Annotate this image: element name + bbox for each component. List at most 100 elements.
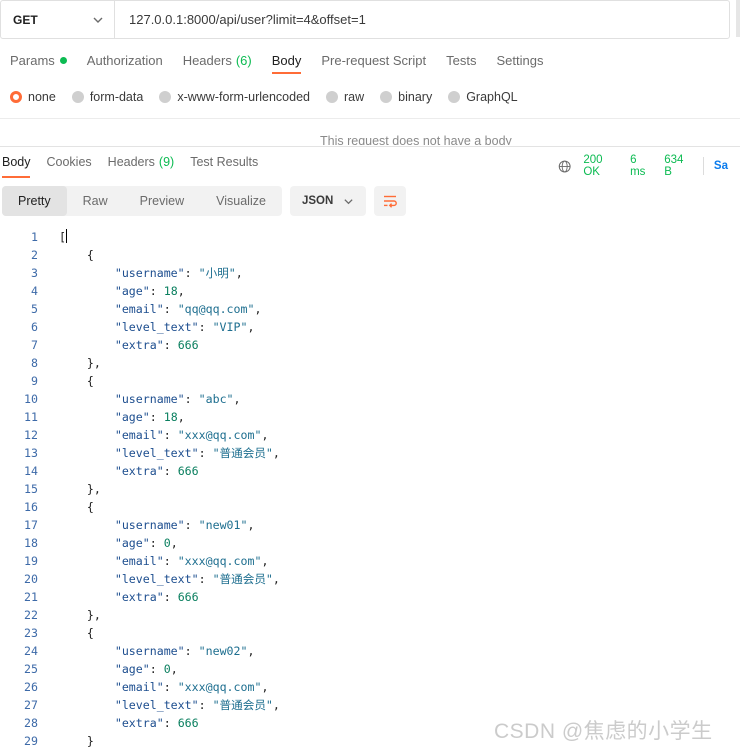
tab-label: Test Results: [190, 155, 259, 169]
method-select[interactable]: GET: [1, 1, 115, 38]
line-text: "extra": 666: [114, 590, 199, 604]
code-line: 6 "level_text": "VIP",: [0, 318, 740, 336]
view-mode-switch: Pretty Raw Preview Visualize: [2, 186, 282, 216]
tab-body[interactable]: Body: [262, 52, 312, 74]
line-number: 8: [31, 356, 38, 370]
url-input[interactable]: 127.0.0.1:8000/api/user?limit=4&offset=1: [115, 12, 366, 27]
line-text: "age": 18,: [114, 410, 185, 424]
response-tab-test-results[interactable]: Test Results: [188, 154, 272, 178]
line-number: 10: [24, 392, 38, 406]
json-value: "new01": [198, 518, 248, 532]
view-mode-preview[interactable]: Preview: [124, 186, 200, 216]
line-text: "level_text": "普通会员",: [114, 572, 280, 586]
no-body-message: This request does not have a body: [320, 134, 512, 145]
json-value: "new02": [198, 644, 248, 658]
code-line: 7 "extra": 666: [0, 336, 740, 354]
code-line: 24 "username": "new02",: [0, 642, 740, 660]
method-label: GET: [13, 12, 38, 27]
radio-raw[interactable]: raw: [326, 90, 364, 104]
radio-form-data[interactable]: form-data: [71, 90, 143, 104]
line-text: "age": 0,: [114, 536, 178, 550]
response-status: 200 OK 6 ms 634 B Sa: [558, 154, 740, 178]
code-line: 12 "email": "xxx@qq.com",: [0, 426, 740, 444]
code-line: 27 "level_text": "普通会员",: [0, 696, 740, 714]
code-line: 13 "level_text": "普通会员",: [0, 444, 740, 462]
tab-label: Authorization: [86, 53, 163, 68]
radio-label: binary: [398, 90, 433, 104]
json-key: "email": [114, 554, 164, 568]
json-value: "普通会员": [212, 698, 273, 712]
json-key: "level_text": [114, 572, 199, 586]
line-number: 4: [31, 284, 38, 298]
line-number: 7: [31, 338, 38, 352]
radio-button-icon: [10, 91, 22, 103]
code-line: 4 "age": 18,: [0, 282, 740, 300]
divider: [0, 146, 740, 147]
view-mode-pretty[interactable]: Pretty: [2, 186, 67, 216]
radio-label: GraphQL: [466, 90, 518, 104]
response-size[interactable]: 634 B: [664, 154, 691, 178]
radio-none[interactable]: none: [10, 90, 56, 104]
line-text: "email": "qq@qq.com",: [114, 302, 262, 316]
json-value: 666: [177, 464, 199, 478]
json-key: "extra": [114, 716, 164, 730]
view-mode-raw[interactable]: Raw: [67, 186, 124, 216]
view-mode-visualize[interactable]: Visualize: [200, 186, 282, 216]
response-tab-cookies[interactable]: Cookies: [45, 154, 106, 178]
tab-authorization[interactable]: Authorization: [77, 52, 173, 74]
line-number: 19: [24, 554, 38, 568]
globe-icon[interactable]: [558, 159, 571, 174]
response-time[interactable]: 6 ms: [630, 154, 652, 178]
line-text: }: [59, 732, 94, 750]
line-number: 5: [31, 302, 38, 316]
tab-headers[interactable]: Headers (6): [173, 52, 262, 74]
json-value: "普通会员": [212, 572, 273, 586]
json-key: "level_text": [114, 320, 199, 334]
tab-settings[interactable]: Settings: [486, 52, 553, 74]
response-view-toolbar: Pretty Raw Preview Visualize JSON: [2, 186, 406, 216]
line-number: 28: [24, 716, 38, 730]
line-text: "age": 0,: [114, 662, 178, 676]
save-response-button[interactable]: Sa: [714, 160, 728, 172]
json-value: "abc": [198, 392, 234, 406]
line-number: 14: [24, 464, 38, 478]
json-key: "extra": [114, 338, 164, 352]
tab-tests[interactable]: Tests: [436, 52, 486, 74]
radio-graphql[interactable]: GraphQL: [448, 90, 518, 104]
response-body-code[interactable]: 1[2 {3 "username": "小明", 4 "age": 18, 5 "e…: [0, 228, 740, 750]
code-line: 11 "age": 18,: [0, 408, 740, 426]
line-text: {: [59, 246, 94, 264]
divider: [0, 118, 740, 119]
json-key: "email": [114, 680, 164, 694]
line-number: 26: [24, 680, 38, 694]
line-text: "email": "xxx@qq.com",: [114, 554, 269, 568]
radio-binary[interactable]: binary: [380, 90, 432, 104]
wrap-lines-button[interactable]: [373, 186, 406, 216]
line-number: 17: [24, 518, 38, 532]
line-number: 29: [24, 734, 38, 748]
send-button-edge[interactable]: [736, 0, 740, 37]
tab-params[interactable]: Params: [0, 52, 77, 74]
line-number: 23: [24, 626, 38, 640]
code-line: 21 "extra": 666: [0, 588, 740, 606]
code-line: 1[: [0, 228, 740, 246]
line-text: },: [59, 354, 101, 372]
json-value: 666: [177, 590, 199, 604]
tab-count-badge: (9): [158, 155, 175, 169]
format-select[interactable]: JSON: [289, 186, 366, 216]
code-line: 9 {: [0, 372, 740, 390]
line-text: "level_text": "VIP",: [114, 320, 255, 334]
radio-x-www-form-urlencoded[interactable]: x-www-form-urlencoded: [159, 90, 310, 104]
code-line: 15 },: [0, 480, 740, 498]
line-number: 15: [24, 482, 38, 496]
line-text: "extra": 666: [114, 464, 199, 478]
line-text: "email": "xxx@qq.com",: [114, 680, 269, 694]
radio-button-icon: [448, 91, 461, 103]
status-code[interactable]: 200 OK: [583, 154, 618, 178]
response-tab-body[interactable]: Body: [0, 154, 45, 178]
json-bracket: [: [59, 230, 66, 244]
tab-label: Body: [271, 53, 302, 68]
response-tab-headers[interactable]: Headers (9): [106, 154, 189, 178]
tab-pre-request-script[interactable]: Pre-request Script: [311, 52, 436, 74]
json-key: "extra": [114, 464, 164, 478]
